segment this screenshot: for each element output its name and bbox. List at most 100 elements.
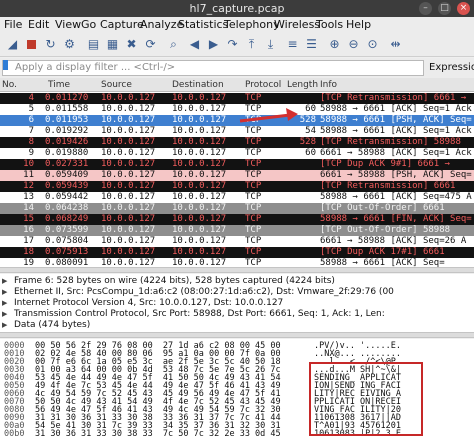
cell-source: 10.0.0.127 xyxy=(101,104,156,114)
cell-protocol: TCP xyxy=(245,247,262,257)
expand-arrow-icon[interactable]: ▶ xyxy=(2,287,7,298)
zoom-reset-icon[interactable]: ⊙ xyxy=(364,36,381,53)
menu-help[interactable]: Help xyxy=(346,18,371,31)
jump-to-icon[interactable]: ↷ xyxy=(224,36,241,53)
cell-info: [TCP Out-Of-Order] 58988 xyxy=(320,225,451,235)
go-first-icon[interactable]: ⤒ xyxy=(243,36,260,53)
cell-length: 54 xyxy=(305,126,316,136)
menu-view[interactable]: View xyxy=(55,18,81,31)
packet-row[interactable]: 4 0.011270 10.0.0.127 10.0.0.127 TCP [TCP Ret… xyxy=(0,93,474,104)
maximize-button[interactable]: □ xyxy=(438,2,451,15)
options-gear-icon[interactable]: ⚙ xyxy=(61,36,78,53)
cell-info: 58988 → 6661 [ACK] Seq=1 Ack xyxy=(320,126,472,136)
cell-info: [TCP Retransmission] 58988 xyxy=(320,137,461,147)
detail-ethernet[interactable]: ▶ Ethernet II, Src: PcsCompu_1d:a6:c2 (08… xyxy=(0,287,474,298)
cell-destination: 10.0.0.127 xyxy=(172,236,227,246)
cell-destination: 10.0.0.127 xyxy=(172,137,227,147)
file-icon[interactable]: ▦ xyxy=(104,36,121,53)
menu-statistics[interactable]: Statistics xyxy=(178,18,228,31)
cell-destination: 10.0.0.127 xyxy=(172,214,227,224)
packet-row[interactable]: 14 0.064238 10.0.0.127 10.0.0.127 TCP [TCP Ou… xyxy=(0,203,474,214)
packet-row[interactable]: 13 0.059442 10.0.0.127 10.0.0.127 TCP 58988 →… xyxy=(0,192,474,203)
go-last-icon[interactable]: ⤓ xyxy=(262,36,279,53)
column-header-info[interactable]: Info xyxy=(320,80,337,90)
column-header-protocol[interactable]: Protocol xyxy=(245,80,281,90)
menu-analyze[interactable]: Analyze xyxy=(140,18,183,31)
stop-icon[interactable] xyxy=(23,36,40,53)
cell-time: 0.075913 xyxy=(45,247,89,257)
packet-row[interactable]: 11 0.059409 10.0.0.127 10.0.0.127 TCP 6661 → … xyxy=(0,170,474,181)
column-header-length[interactable]: Length xyxy=(287,80,318,90)
column-header-source[interactable]: Source xyxy=(101,80,132,90)
cell-no: 15 xyxy=(23,214,34,224)
menu-file[interactable]: File xyxy=(4,18,22,31)
cell-no: 4 xyxy=(28,93,34,103)
reload-icon[interactable]: ⟳ xyxy=(142,36,159,53)
shark-fin-start-icon[interactable]: ◢ xyxy=(4,36,21,53)
menu-telephony[interactable]: Telephony xyxy=(224,18,280,31)
minimize-button[interactable]: – xyxy=(419,2,432,15)
detail-ipv4[interactable]: ▶ Internet Protocol Version 4, Src: 10.0.… xyxy=(0,298,474,309)
packet-row[interactable]: 15 0.068249 10.0.0.127 10.0.0.127 TCP 58988 →… xyxy=(0,214,474,225)
go-back-icon[interactable]: ◀ xyxy=(186,36,203,53)
expand-arrow-icon[interactable]: ▶ xyxy=(2,309,7,320)
packet-row[interactable]: 18 0.075913 10.0.0.127 10.0.0.127 TCP [TCP Du… xyxy=(0,247,474,258)
detail-frame[interactable]: ▶ Frame 6: 528 bytes on wire (4224 bits),… xyxy=(0,276,474,287)
search-icon[interactable]: ⌕ xyxy=(165,36,182,53)
menu-edit[interactable]: Edit xyxy=(28,18,49,31)
cell-time: 0.019426 xyxy=(45,137,89,147)
cell-length: 60 xyxy=(305,104,316,114)
column-header-destination[interactable]: Destination xyxy=(172,80,224,90)
byte-hex: 31 30 36 31 33 30 38 33 7c 50 7c 32 2e 3… xyxy=(35,429,281,436)
expand-arrow-icon[interactable]: ▶ xyxy=(2,276,7,287)
cell-source: 10.0.0.127 xyxy=(101,137,156,147)
cell-time: 0.075804 xyxy=(45,236,89,246)
menu-wireless[interactable]: Wireless xyxy=(274,18,320,31)
menu-go[interactable]: Go xyxy=(81,18,96,31)
pane-splitter-top[interactable] xyxy=(0,267,474,273)
cell-destination: 10.0.0.127 xyxy=(172,148,227,158)
cell-protocol: TCP xyxy=(245,236,262,246)
close-window-button[interactable]: × xyxy=(457,2,470,15)
packet-row[interactable]: 6 0.011953 10.0.0.127 10.0.0.127 TCP 528 58988… xyxy=(0,115,474,126)
cell-protocol: TCP xyxy=(245,126,262,136)
column-header-time[interactable]: Time xyxy=(48,80,70,90)
packet-row[interactable]: 7 0.019292 10.0.0.127 10.0.0.127 TCP 54 58988 … xyxy=(0,126,474,137)
expression-button[interactable]: Expression... xyxy=(429,62,474,73)
cell-source: 10.0.0.127 xyxy=(101,126,156,136)
cell-source: 10.0.0.127 xyxy=(101,225,156,235)
packet-row[interactable]: 10 0.027331 10.0.0.127 10.0.0.127 TCP [TCP Du… xyxy=(0,159,474,170)
detail-data[interactable]: ▶ Data (474 bytes) xyxy=(0,320,474,331)
cell-destination: 10.0.0.127 xyxy=(172,203,227,213)
zoom-in-icon[interactable]: ⊕ xyxy=(326,36,343,53)
cell-info: 58988 → 6661 [ACK] Seq=475 A xyxy=(320,192,472,202)
autoscroll-icon[interactable]: ≡ xyxy=(284,36,301,53)
close-file-icon[interactable]: ✖ xyxy=(123,36,140,53)
zoom-out-icon[interactable]: ⊖ xyxy=(345,36,362,53)
display-filter-input[interactable]: Apply a display filter ... <Ctrl-/> xyxy=(2,60,424,76)
cell-destination: 10.0.0.127 xyxy=(172,225,227,235)
expand-arrow-icon[interactable]: ▶ xyxy=(2,298,7,309)
cell-no: 6 xyxy=(28,115,34,125)
colorize-icon[interactable]: ☰ xyxy=(303,36,320,53)
menu-capture[interactable]: Capture xyxy=(100,18,144,31)
packet-row[interactable]: 12 0.059439 10.0.0.127 10.0.0.127 TCP [TCP Re… xyxy=(0,181,474,192)
packet-row[interactable]: 16 0.073599 10.0.0.127 10.0.0.127 TCP [TCP Ou… xyxy=(0,225,474,236)
expand-arrow-icon[interactable]: ▶ xyxy=(2,320,7,331)
menu-tools[interactable]: Tools xyxy=(316,18,343,31)
go-forward-icon[interactable]: ▶ xyxy=(205,36,222,53)
resize-columns-icon[interactable]: ⇹ xyxy=(387,36,404,53)
packet-row[interactable]: 9 0.019880 10.0.0.127 10.0.0.127 TCP 60 6661 →… xyxy=(0,148,474,159)
bookmark-icon[interactable] xyxy=(3,60,8,70)
packet-row[interactable]: 5 0.011558 10.0.0.127 10.0.0.127 TCP 60 58988 … xyxy=(0,104,474,115)
cell-protocol: TCP xyxy=(245,159,262,169)
cell-no: 16 xyxy=(23,225,34,235)
open-file-icon[interactable]: ▤ xyxy=(85,36,102,53)
column-header-no[interactable]: No. xyxy=(2,80,17,90)
restart-icon[interactable]: ↻ xyxy=(42,36,59,53)
packet-row[interactable]: 8 0.019426 10.0.0.127 10.0.0.127 TCP 528 [TCP … xyxy=(0,137,474,148)
cell-source: 10.0.0.127 xyxy=(101,203,156,213)
pane-splitter-bottom[interactable] xyxy=(0,332,474,338)
detail-tcp[interactable]: ▶ Transmission Control Protocol, Src Port… xyxy=(0,309,474,320)
packet-row[interactable]: 17 0.075804 10.0.0.127 10.0.0.127 TCP 6661 → … xyxy=(0,236,474,247)
